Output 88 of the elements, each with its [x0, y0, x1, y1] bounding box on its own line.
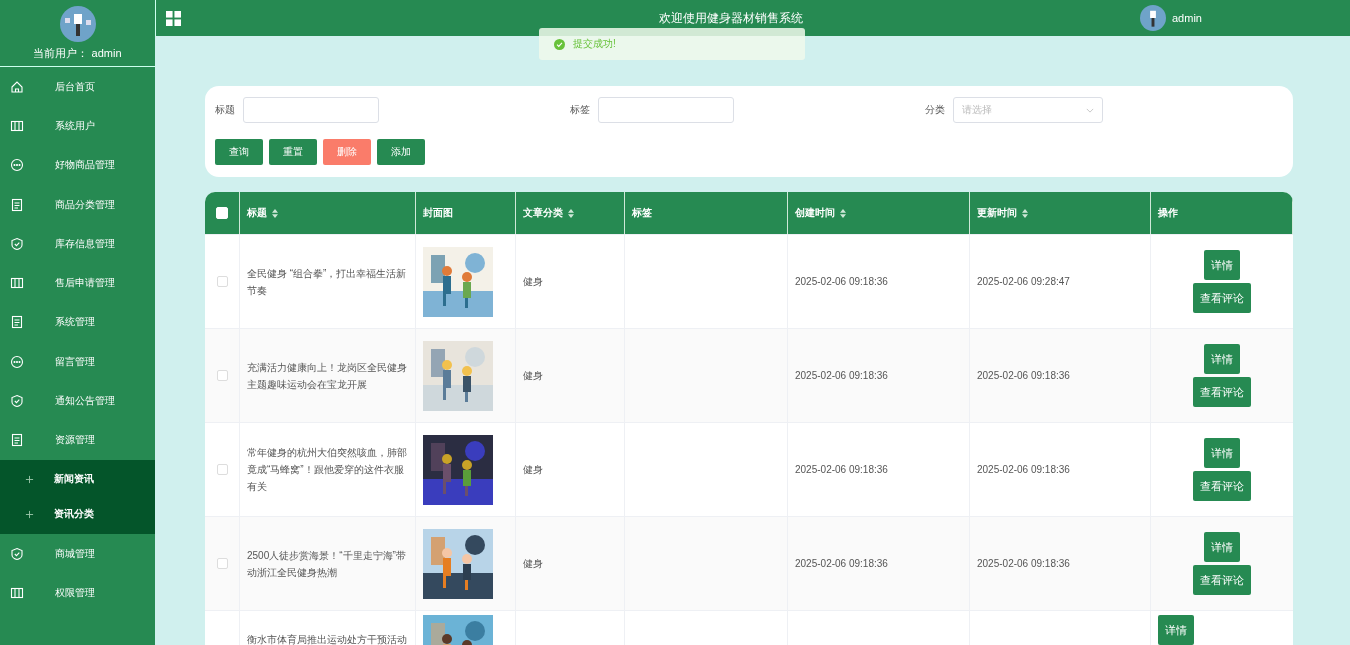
plus-icon: [25, 474, 34, 484]
action-button[interactable]: 查询: [215, 139, 263, 165]
column-label: 标题: [247, 206, 267, 220]
column-label: 标签: [632, 206, 652, 220]
columns-icon: [10, 585, 24, 600]
current-user: 当前用户： admin: [33, 46, 122, 61]
doc-icon: [10, 315, 24, 330]
table-cell-text: 2025-02-06 09:18:36: [977, 557, 1070, 571]
submenu-item[interactable]: 新闻资讯: [0, 461, 155, 497]
table-cell-text: 充满活力健康向上！龙岗区全民健身主题趣味运动会在宝龙开展: [247, 360, 408, 392]
sort-icon[interactable]: [272, 208, 278, 218]
table-cell-text: 健身: [523, 463, 543, 477]
table-cell-text: 健身: [523, 557, 543, 571]
input-field[interactable]: [598, 97, 734, 123]
column-label: 文章分类: [523, 206, 563, 220]
row-action-button[interactable]: 详情: [1204, 532, 1240, 562]
row-action-button[interactable]: 详情: [1204, 438, 1240, 468]
sidebar-item[interactable]: 资源管理: [0, 420, 155, 460]
sidebar-item[interactable]: 后台首页: [0, 67, 155, 107]
sidebar-item[interactable]: 留言管理: [0, 342, 155, 382]
sidebar-item[interactable]: 好物商品管理: [0, 145, 155, 185]
grid-icon[interactable]: [166, 10, 181, 26]
home-icon: [10, 79, 24, 94]
row-checkbox[interactable]: [216, 276, 228, 287]
shield-icon: [10, 236, 24, 251]
column-label: 封面图: [423, 206, 453, 220]
row-action-button[interactable]: 查看评论: [1193, 377, 1251, 407]
row-action-button[interactable]: 查看评论: [1193, 471, 1251, 501]
columns-icon: [10, 118, 24, 133]
sort-icon[interactable]: [840, 208, 846, 218]
table-cell-text: 2025-02-06 09:18:36: [977, 369, 1070, 383]
table-cell-text: 2025-02-06 09:18:36: [795, 463, 888, 477]
row-checkbox[interactable]: [216, 464, 228, 475]
sort-icon[interactable]: [568, 208, 574, 218]
row-checkbox[interactable]: [216, 558, 228, 569]
row-checkbox[interactable]: [216, 370, 228, 381]
toast-message: 提交成功!: [539, 28, 805, 60]
row-action-button[interactable]: 查看评论: [1193, 283, 1251, 313]
table-cell-text: 2025-02-06 09:18:36: [795, 369, 888, 383]
doc-icon: [10, 197, 24, 212]
submenu-item[interactable]: 资讯分类: [0, 496, 155, 532]
sidebar-item[interactable]: 通知公告管理: [0, 381, 155, 421]
table-cell-text: 2025-02-06 09:28:47: [977, 275, 1070, 289]
username: admin: [1172, 12, 1202, 24]
chat-icon: [10, 354, 24, 369]
input-field[interactable]: [243, 97, 379, 123]
field-label: 分类: [925, 103, 945, 117]
shield-icon: [10, 394, 24, 408]
row-action-button[interactable]: 查看评论: [1193, 565, 1251, 595]
plus-icon: [25, 509, 34, 519]
avatar-icon: [1140, 5, 1166, 31]
sort-icon[interactable]: [1022, 208, 1028, 218]
column-label: 操作: [1158, 206, 1178, 220]
action-button[interactable]: 重置: [269, 139, 317, 165]
shield-icon: [10, 546, 24, 561]
check-icon: [554, 38, 565, 50]
column-label: 更新时间: [977, 206, 1017, 220]
table-cell-text: 2025-02-06 09:18:36: [795, 275, 888, 289]
row-action-button[interactable]: 详情: [1158, 615, 1194, 645]
row-action-button[interactable]: 详情: [1204, 344, 1240, 374]
field-label: 标题: [215, 103, 235, 117]
system-title: 欢迎使用健身器材销售系统: [657, 9, 804, 27]
sidebar-item[interactable]: 商品分类管理: [0, 184, 155, 225]
table-cell-text: 全民健身 “组合拳”，打出幸福生活新节奏: [247, 266, 408, 298]
table-cell-text: 健身: [523, 275, 543, 289]
action-button[interactable]: 删除: [323, 139, 371, 165]
sidebar-item[interactable]: 系统用户: [0, 106, 155, 146]
action-button[interactable]: 添加: [377, 139, 425, 165]
columns-icon: [10, 276, 24, 291]
field-label: 标签: [570, 103, 590, 117]
sidebar-item[interactable]: 商城管理: [0, 533, 155, 574]
table-cell-text: 衡水市体育局推出运动处方干预活动: [247, 633, 407, 645]
sidebar-item[interactable]: 权限管理: [0, 573, 155, 613]
chat-icon: [10, 158, 24, 173]
row-action-button[interactable]: 详情: [1204, 250, 1240, 280]
avatar-icon: [59, 6, 96, 42]
table-cell-text: 2500人徒步赏海景！“千里走宁海”带动浙江全民健身热潮: [247, 548, 407, 580]
table-cell-text: 健身: [523, 369, 543, 383]
chevron-icon: [1086, 107, 1094, 113]
table-cell-text: 常年健身的杭州大伯突然咳血，肺部竟成“马蜂窝”！跟他爱穿的这件衣服有关: [247, 446, 408, 494]
table-cell-text: 2025-02-06 09:18:36: [977, 463, 1070, 477]
sidebar-item[interactable]: 库存信息管理: [0, 224, 155, 264]
column-label: 创建时间: [795, 206, 835, 220]
sidebar-item[interactable]: 系统管理: [0, 302, 155, 343]
table-cell-text: 2025-02-06 09:18:36: [795, 557, 888, 571]
doc-icon: [10, 433, 24, 448]
sidebar-item[interactable]: 售后申请管理: [0, 263, 155, 303]
select-all-checkbox[interactable]: [216, 207, 228, 219]
